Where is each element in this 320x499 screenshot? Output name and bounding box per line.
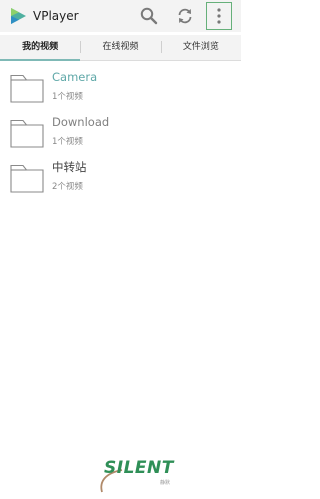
folder-video-count: 2个视频 <box>52 182 83 192</box>
folder-list: Camera 1个视频 Download 1个视频 中转站 2个视频 <box>0 63 241 198</box>
app-bar: VPlayer <box>0 0 241 32</box>
watermark-subtext: 静默 <box>160 480 171 486</box>
search-button[interactable] <box>139 6 159 26</box>
vplayer-logo-icon <box>11 8 26 24</box>
folder-icon <box>10 74 44 103</box>
more-vert-icon <box>217 8 221 24</box>
folder-video-count: 1个视频 <box>52 92 83 102</box>
folder-video-count: 1个视频 <box>52 137 83 147</box>
watermark-text: SILENT <box>104 458 174 478</box>
folder-name: 中转站 <box>52 160 87 174</box>
tab-bar: 我的视频 在线视频 文件浏览 <box>0 35 241 61</box>
folder-icon <box>10 119 44 148</box>
app-title: VPlayer <box>33 9 79 23</box>
search-icon <box>140 7 158 25</box>
folder-item-camera[interactable]: Camera 1个视频 <box>0 63 241 108</box>
folder-name: Camera <box>52 70 98 84</box>
tab-my-videos[interactable]: 我的视频 <box>0 35 81 61</box>
folder-name: Download <box>52 115 110 129</box>
folder-item-transfer-station[interactable]: 中转站 2个视频 <box>0 153 241 198</box>
more-options-button[interactable] <box>206 2 232 30</box>
folder-item-download[interactable]: Download 1个视频 <box>0 108 241 153</box>
tab-online-videos[interactable]: 在线视频 <box>80 35 160 60</box>
tab-file-browser[interactable]: 文件浏览 <box>160 35 241 60</box>
folder-icon <box>10 164 44 193</box>
refresh-icon <box>178 8 192 24</box>
watermark-logo: SILENT 静默 <box>96 458 186 494</box>
refresh-button[interactable] <box>175 6 195 26</box>
